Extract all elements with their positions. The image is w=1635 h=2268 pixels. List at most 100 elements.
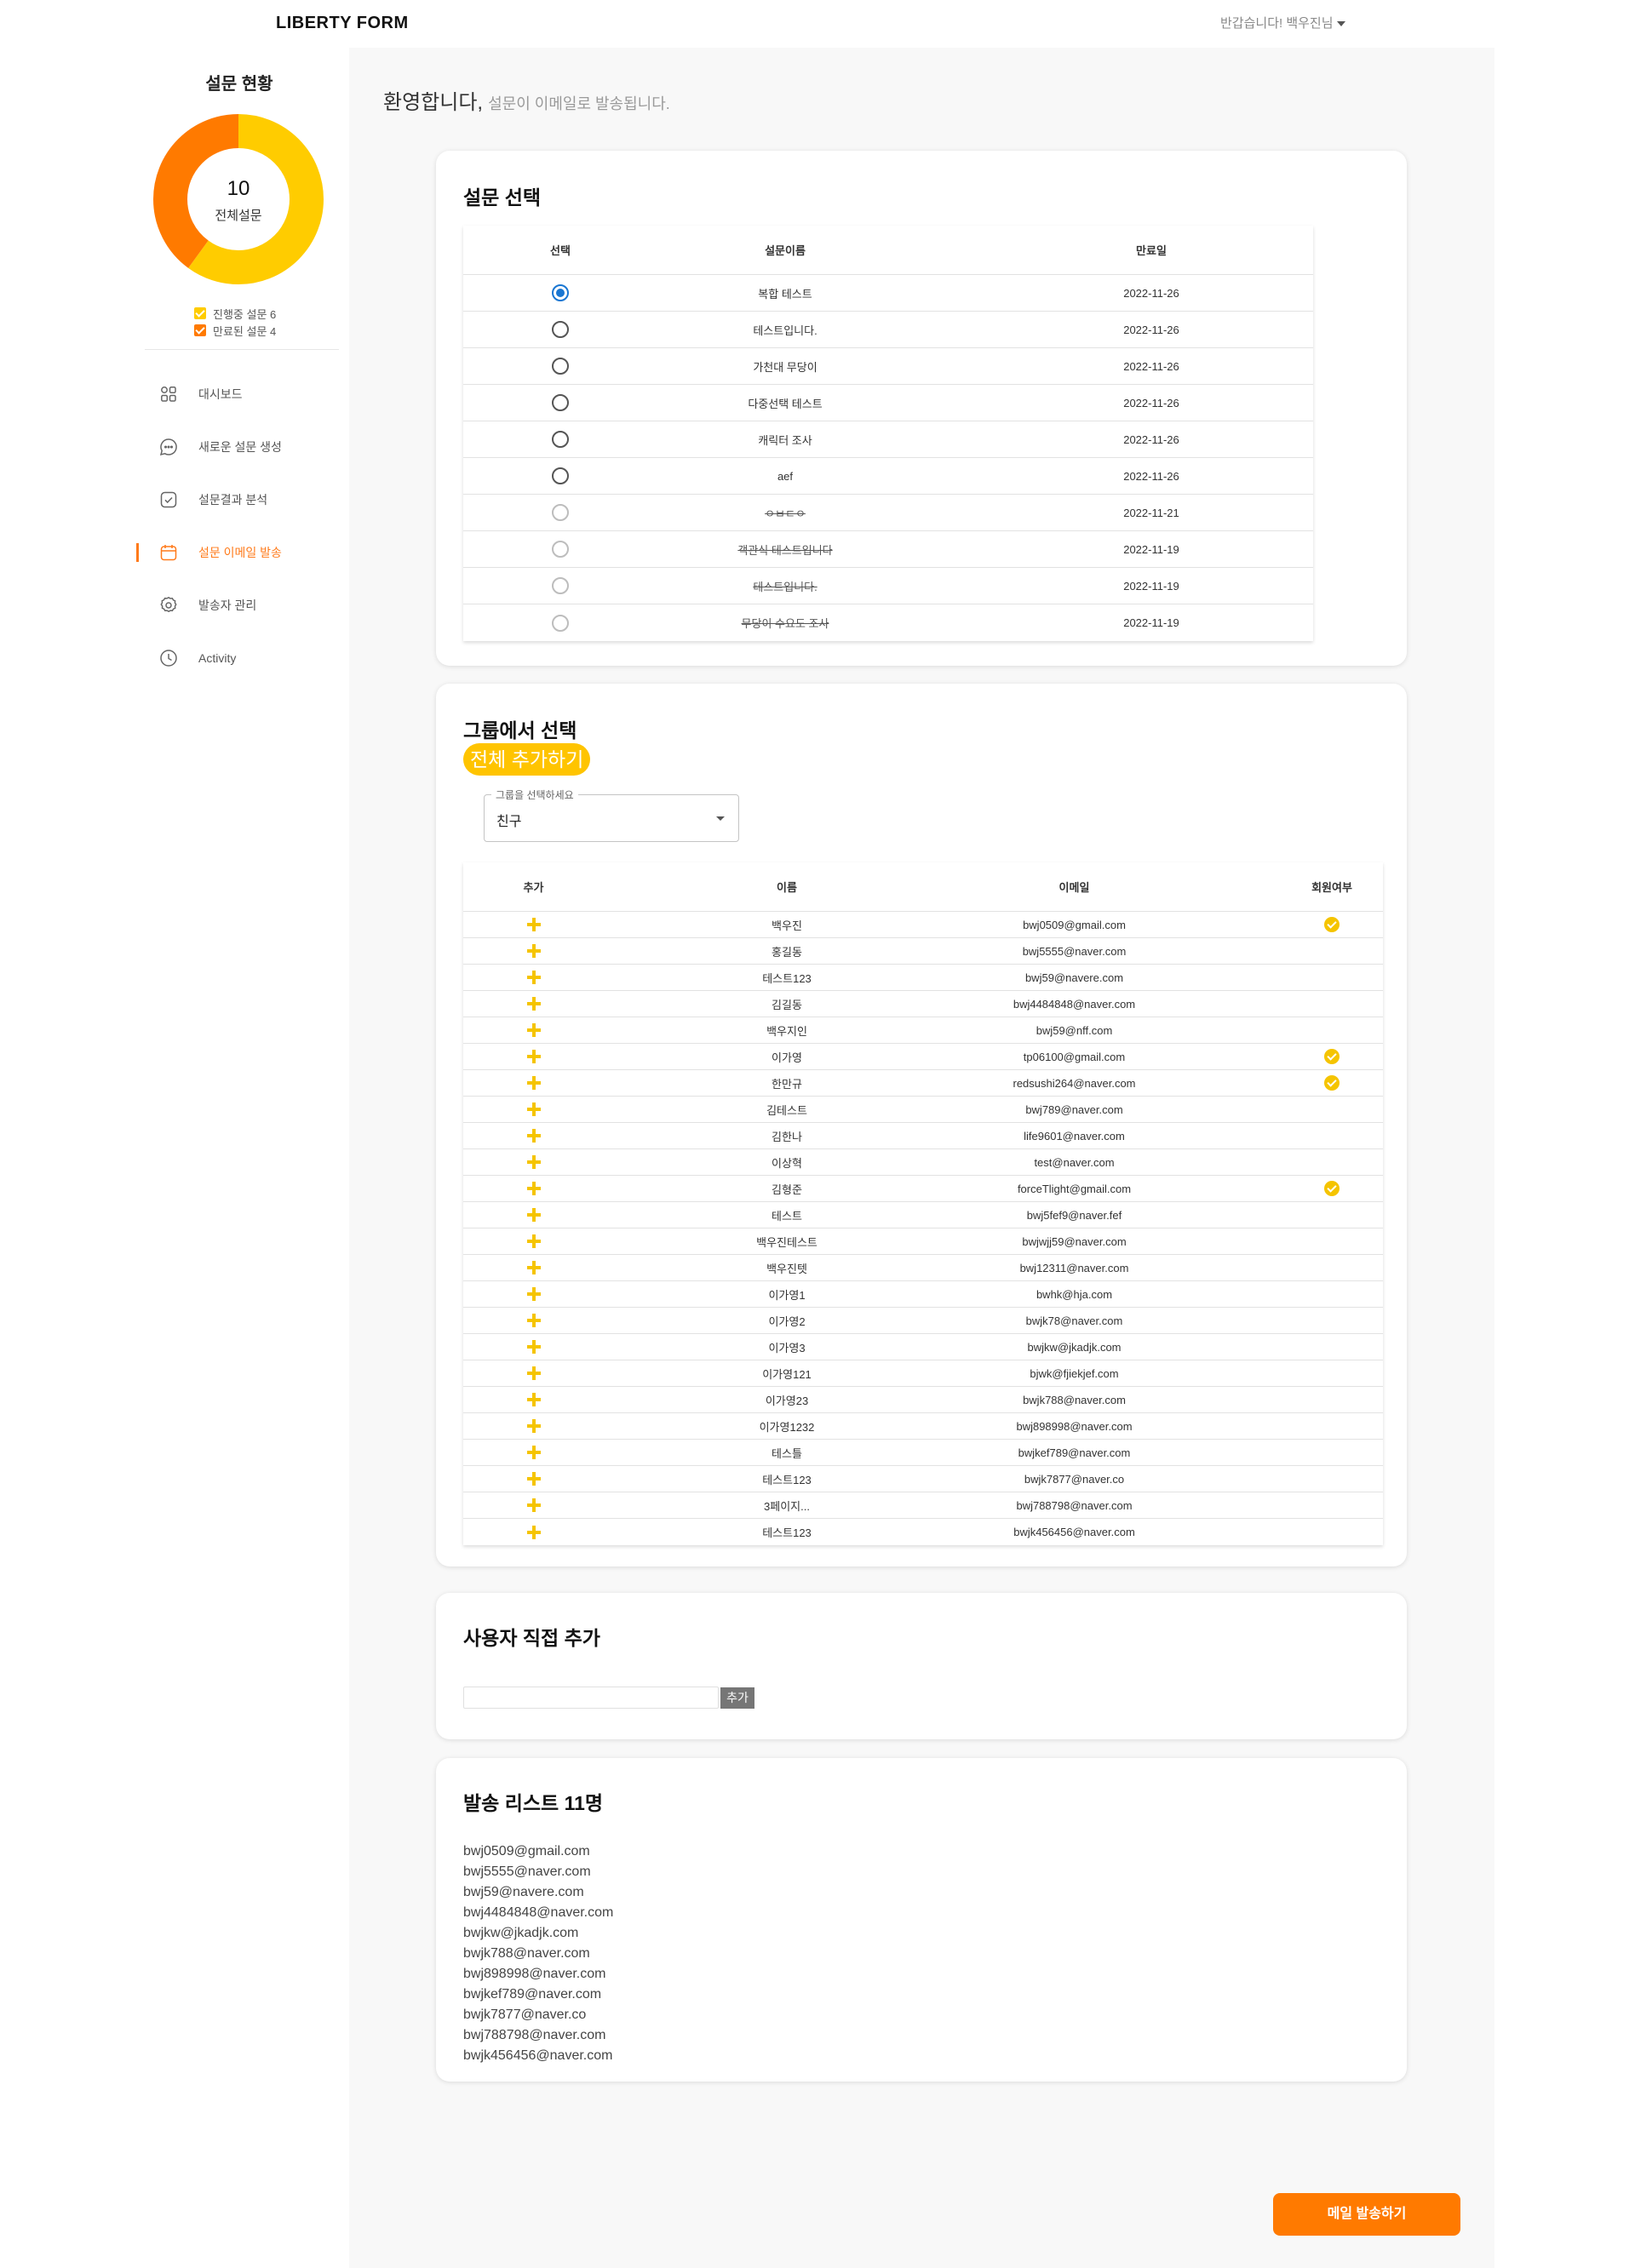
survey-radio[interactable] (552, 541, 569, 558)
plus-icon[interactable] (526, 1314, 541, 1328)
plus-icon[interactable] (526, 1419, 541, 1434)
member-email: redsushi264@naver.com (1013, 1076, 1136, 1090)
plus-icon[interactable] (526, 944, 541, 959)
sidebar-item-activity[interactable]: Activity (145, 632, 341, 684)
gear-icon (158, 595, 179, 616)
send-list-card: 발송 리스트 11명 bwj0509@gmail.com bwj5555@nave… (436, 1758, 1407, 2082)
sidebar-title: 설문 현황 (205, 75, 273, 94)
survey-radio-cell (463, 467, 657, 484)
send-list-item: bwjk456456@naver.com (463, 2048, 613, 2063)
group-member-row: 김형준 forceTlight@gmail.com (463, 1176, 1383, 1202)
plus-icon[interactable] (526, 1498, 541, 1513)
member-email: bwj5fef9@naver.fef (1026, 1208, 1122, 1222)
member-email: tp06100@gmail.com (1023, 1050, 1126, 1063)
plus-icon[interactable] (526, 1393, 541, 1407)
member-email: bwhk@hja.com (1036, 1287, 1113, 1301)
sidebar-item-new-survey[interactable]: 새로운 설문 생성 (145, 421, 341, 473)
survey-select-card: 설문 선택 선택 설문이름 만료일 복합 테스트 2022-11-26 테스트입니다… (436, 151, 1407, 666)
survey-row[interactable]: ㅇㅂㄷㅇ 2022-11-21 (463, 495, 1313, 531)
send-list-title: 발송 리스트 11명 (463, 1792, 604, 1814)
plus-icon[interactable] (526, 1155, 541, 1170)
plus-icon[interactable] (526, 1076, 541, 1091)
survey-row[interactable]: 테스트입니다. 2022-11-19 (463, 568, 1313, 604)
app-logo[interactable]: LIBERTY FORM (276, 14, 409, 33)
plus-icon[interactable] (526, 1340, 541, 1354)
survey-row[interactable]: 가천대 무당이 2022-11-26 (463, 348, 1313, 385)
member-check-icon (1324, 917, 1340, 932)
group-member-row: 김길동 bwj4484848@naver.com (463, 991, 1383, 1017)
col-email: 이메일 (1058, 881, 1090, 894)
survey-radio-cell (463, 358, 657, 375)
plus-icon[interactable] (526, 1102, 541, 1117)
sidebar-item-survey-results[interactable]: 설문결과 분석 (145, 473, 341, 526)
survey-row[interactable]: 무당이 수요도 조사 2022-11-19 (463, 604, 1313, 641)
member-name: 이상혁 (772, 1156, 802, 1170)
survey-row[interactable]: 테스트입니다. 2022-11-26 (463, 312, 1313, 348)
plus-icon[interactable] (526, 1182, 541, 1196)
member-email: bwjwjj59@naver.com (1022, 1234, 1127, 1248)
member-name: 홍길동 (772, 945, 802, 959)
sidebar-item-dashboard[interactable]: 대시보드 (145, 368, 341, 421)
survey-radio[interactable] (552, 394, 569, 411)
group-member-row: 이가영2 bwjk78@naver.com (463, 1308, 1383, 1334)
survey-radio[interactable] (552, 504, 569, 521)
sidebar-item-label: 대시보드 (198, 387, 243, 401)
plus-icon[interactable] (526, 971, 541, 985)
member-name: 테스트123 (762, 1473, 812, 1486)
survey-radio[interactable] (552, 577, 569, 594)
direct-add-button[interactable]: 추가 (720, 1687, 754, 1709)
member-name: 테스틀 (772, 1446, 802, 1460)
survey-expire-date: 2022-11-26 (1123, 323, 1179, 336)
col-name: 이름 (777, 881, 797, 894)
legend-check-icon (194, 324, 206, 336)
survey-radio[interactable] (552, 614, 569, 632)
plus-icon[interactable] (526, 997, 541, 1011)
sidebar-item-email-send[interactable]: 설문 이메일 발송 (136, 526, 341, 579)
send-mail-button[interactable]: 메일 발송하기 (1273, 2193, 1460, 2236)
add-cell (463, 1182, 604, 1196)
plus-icon[interactable] (526, 918, 541, 932)
plus-icon[interactable] (526, 1023, 541, 1038)
survey-radio[interactable] (552, 467, 569, 484)
col-add: 추가 (523, 881, 544, 894)
survey-row[interactable]: 캐릭터 조사 2022-11-26 (463, 421, 1313, 458)
plus-icon[interactable] (526, 1208, 541, 1223)
survey-row[interactable]: 객관식 테스트입니다 2022-11-19 (463, 531, 1313, 568)
member-name: 이가영 (772, 1051, 802, 1064)
survey-name: 테스트입니다. (753, 324, 818, 337)
user-menu[interactable]: 반갑습니다! 백우진님 (1220, 14, 1345, 32)
add-cell (463, 1366, 604, 1381)
add-cell (463, 944, 604, 959)
survey-radio[interactable] (552, 284, 569, 301)
survey-radio-cell (463, 504, 657, 521)
survey-radio[interactable] (552, 431, 569, 448)
direct-email-input[interactable] (463, 1687, 719, 1709)
member-email: bwj788798@naver.com (1016, 1498, 1133, 1512)
sidebar-item-sender-manage[interactable]: 발송자 관리 (145, 579, 341, 632)
plus-icon[interactable] (526, 1525, 541, 1539)
survey-expire-date: 2022-11-19 (1123, 542, 1179, 556)
plus-icon[interactable] (526, 1446, 541, 1460)
group-select-dropdown[interactable]: 그룹을 선택하세요 친구 (484, 788, 739, 842)
main-content: 환영합니다, 설문이 이메일로 발송됩니다. 설문 선택 선택 설문이름 만료일 … (349, 48, 1494, 2268)
group-member-row: 이가영3 bwjkw@jkadjk.com (463, 1334, 1383, 1360)
plus-icon[interactable] (526, 1287, 541, 1302)
survey-radio-cell (463, 284, 657, 301)
plus-icon[interactable] (526, 1050, 541, 1064)
add-cell (463, 1076, 604, 1091)
survey-row[interactable]: aef 2022-11-26 (463, 458, 1313, 495)
survey-radio[interactable] (552, 358, 569, 375)
survey-row[interactable]: 복합 테스트 2022-11-26 (463, 275, 1313, 312)
survey-expire-date: 2022-11-26 (1123, 469, 1179, 483)
col-expire-date: 만료일 (1136, 244, 1167, 257)
calendar-icon (158, 542, 179, 563)
group-member-row: 이가영121 bjwk@fjiekjef.com (463, 1360, 1383, 1387)
survey-row[interactable]: 다중선택 테스트 2022-11-26 (463, 385, 1313, 421)
survey-radio[interactable] (552, 321, 569, 338)
plus-icon[interactable] (526, 1261, 541, 1275)
add-all-button[interactable]: 전체 추가하기 (463, 743, 591, 776)
plus-icon[interactable] (526, 1472, 541, 1486)
plus-icon[interactable] (526, 1129, 541, 1143)
plus-icon[interactable] (526, 1366, 541, 1381)
plus-icon[interactable] (526, 1234, 541, 1249)
